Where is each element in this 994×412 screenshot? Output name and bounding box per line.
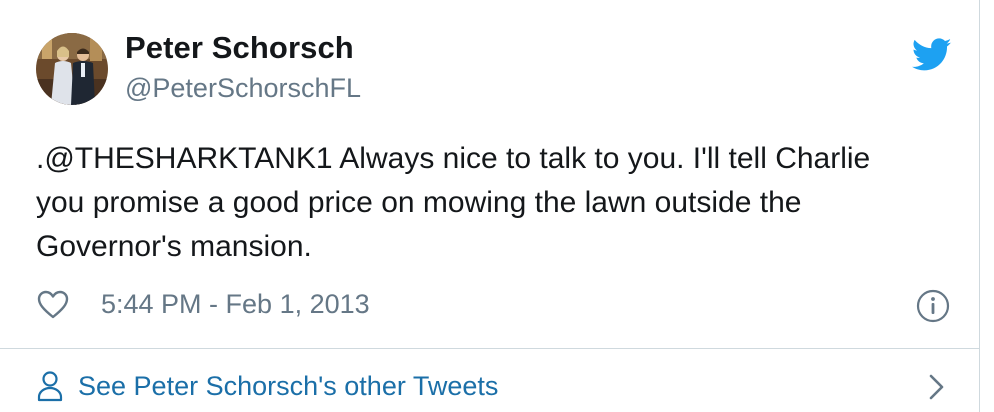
author-handle[interactable]: @PeterSchorschFL bbox=[125, 73, 361, 104]
author-avatar[interactable] bbox=[36, 33, 108, 105]
footer-divider bbox=[0, 348, 980, 349]
embedded-tweet-card: Peter Schorsch @PeterSchorschFL .@THESHA… bbox=[0, 0, 980, 412]
tweet-text: .@THESHARKTANK1 Always nice to talk to y… bbox=[36, 142, 871, 263]
tweet-timestamp[interactable]: 5:44 PM - Feb 1, 2013 bbox=[101, 289, 370, 320]
see-other-tweets-label: See Peter Schorsch's other Tweets bbox=[78, 371, 499, 401]
author-display-name[interactable]: Peter Schorsch bbox=[125, 30, 354, 66]
avatar-photo bbox=[36, 33, 108, 105]
info-icon[interactable] bbox=[916, 289, 950, 323]
chevron-right-icon[interactable] bbox=[926, 372, 948, 402]
person-icon bbox=[37, 371, 63, 402]
see-other-tweets-link[interactable]: See Peter Schorsch's other Tweets bbox=[36, 366, 956, 406]
twitter-bird-icon[interactable] bbox=[912, 38, 952, 72]
heart-icon[interactable] bbox=[37, 290, 69, 320]
